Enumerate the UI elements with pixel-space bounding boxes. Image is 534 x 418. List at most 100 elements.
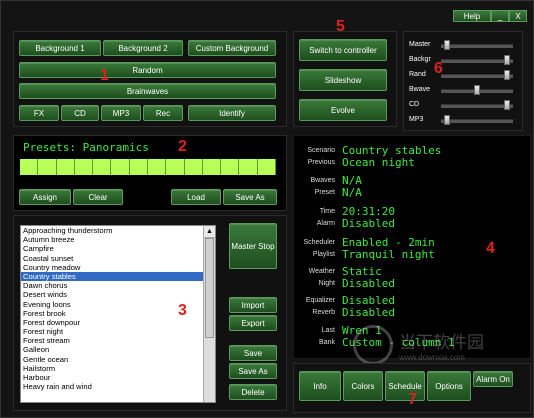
slider-track[interactable] <box>441 74 513 78</box>
list-item[interactable]: Approaching thunderstorm <box>21 226 215 235</box>
switch-to-controller-button[interactable]: Switch to controller <box>299 39 387 61</box>
slider-thumb[interactable] <box>503 100 510 110</box>
list-item[interactable]: Country stables <box>21 271 215 282</box>
list-item[interactable]: Desert winds <box>21 290 215 299</box>
import-button[interactable]: Import <box>229 297 277 313</box>
slider-thumb[interactable] <box>444 40 451 50</box>
slider-track[interactable] <box>441 104 513 108</box>
preset-value: N/A <box>342 186 362 199</box>
annotation-7: 7 <box>408 391 417 408</box>
evolve-button[interactable]: Evolve <box>299 99 387 121</box>
scroll-thumb[interactable] <box>205 238 214 338</box>
weather-label: Weather <box>308 268 335 275</box>
annotation-2: 2 <box>178 138 187 155</box>
assign-button[interactable]: Assign <box>19 189 71 205</box>
reverb-label: Reverb <box>312 309 335 316</box>
list-item[interactable]: Autumn breeze <box>21 235 215 244</box>
slider-label: Bwave <box>409 86 431 93</box>
preset-slot[interactable] <box>129 159 148 175</box>
slider-thumb[interactable] <box>444 115 451 125</box>
list-item[interactable]: Forest night <box>21 327 215 336</box>
mp3-button[interactable]: MP3 <box>101 105 141 121</box>
preset-slot[interactable] <box>221 159 240 175</box>
preset-slot[interactable] <box>166 159 185 175</box>
slider-track[interactable] <box>441 59 513 63</box>
colors-tab[interactable]: Colors <box>343 371 383 401</box>
export-button[interactable]: Export <box>229 315 277 331</box>
watermark-logo-icon <box>353 325 393 365</box>
bwaves-label: Bwaves <box>310 177 335 184</box>
list-scrollbar[interactable]: ▲ <box>203 226 215 402</box>
info-tab[interactable]: Info <box>299 371 341 401</box>
app-window: Help _ X Background 1 Background 2 Custo… <box>0 0 534 418</box>
load-button[interactable]: Load <box>171 189 221 205</box>
identify-button[interactable]: Identify <box>188 105 276 121</box>
preset-slot[interactable] <box>20 159 39 175</box>
list-item[interactable]: Harbour <box>21 373 215 382</box>
playlist-value: Tranquil night <box>342 248 435 261</box>
slider-label: Backgr <box>409 56 431 63</box>
list-item[interactable]: Dawn chorus <box>21 281 215 290</box>
list-item[interactable]: Heavy rain and wind <box>21 382 215 391</box>
options-tab[interactable]: Options <box>427 371 471 401</box>
close-button[interactable]: X <box>509 10 527 22</box>
custom-background-button[interactable]: Custom Background <box>188 40 276 56</box>
annotation-6: 6 <box>434 60 443 77</box>
clear-button[interactable]: Clear <box>73 189 123 205</box>
list-item[interactable]: Forest stream <box>21 336 215 345</box>
annotation-5: 5 <box>336 18 345 35</box>
help-button[interactable]: Help <box>453 10 491 22</box>
random-button[interactable]: Random <box>19 62 276 78</box>
list-item[interactable]: Galleon <box>21 345 215 354</box>
fx-button[interactable]: FX <box>19 105 59 121</box>
preset-slot[interactable] <box>202 159 222 175</box>
slider-label: MP3 <box>409 116 424 123</box>
slider-thumb[interactable] <box>503 70 510 80</box>
preset-slot[interactable] <box>74 159 94 175</box>
last-label: Last <box>321 327 335 334</box>
scroll-up-icon[interactable]: ▲ <box>204 226 215 238</box>
scenario-label: Scenario <box>307 147 335 154</box>
list-item[interactable]: Campfire <box>21 244 215 253</box>
list-item[interactable]: Forest downpour <box>21 318 215 327</box>
time-label: Time <box>319 208 335 215</box>
watermark-line1: 当下软件园 <box>399 333 484 352</box>
schedule-tab[interactable]: Schedule <box>385 371 425 401</box>
scheduler-label: Scheduler <box>303 239 335 246</box>
brainwaves-button[interactable]: Brainwaves <box>19 83 276 99</box>
previous-value: Ocean night <box>342 156 415 169</box>
background1-button[interactable]: Background 1 <box>19 40 101 56</box>
alarm-label: Alarm <box>316 220 335 227</box>
preset-slot[interactable] <box>184 159 203 175</box>
watermark-text: 当下软件园 www.downxia.com <box>399 328 484 362</box>
preset-slot[interactable] <box>93 159 112 175</box>
annotation-1: 1 <box>100 67 109 84</box>
slider-thumb[interactable] <box>474 85 480 95</box>
list-item[interactable]: Gentle ocean <box>21 355 215 364</box>
slider-thumb[interactable] <box>503 55 510 65</box>
preset-slot[interactable] <box>148 159 167 175</box>
preset-save-as-button[interactable]: Save As <box>223 189 277 205</box>
slideshow-button[interactable]: Slideshow <box>299 69 387 91</box>
preset-slot[interactable] <box>38 159 57 175</box>
preset-slot[interactable] <box>56 159 75 175</box>
minimize-button[interactable]: _ <box>491 10 509 22</box>
list-item[interactable]: Country meadow <box>21 263 215 272</box>
slider-track[interactable] <box>441 44 513 48</box>
background2-button[interactable]: Background 2 <box>103 40 183 56</box>
preset-label: Preset <box>314 189 335 196</box>
slider-track[interactable] <box>441 119 513 123</box>
master-stop-button[interactable]: Master Stop <box>229 223 277 269</box>
alarm-on-tab[interactable]: Alarm On <box>473 371 513 387</box>
list-item[interactable]: Coastal sunset <box>21 254 215 263</box>
list-save-button[interactable]: Save <box>229 345 277 361</box>
preset-slot[interactable] <box>239 159 258 175</box>
delete-button[interactable]: Delete <box>229 384 277 400</box>
list-save-as-button[interactable]: Save As <box>229 363 277 379</box>
rec-button[interactable]: Rec <box>143 105 183 121</box>
preset-slot[interactable] <box>111 159 130 175</box>
cd-button[interactable]: CD <box>61 105 99 121</box>
list-item[interactable]: Hailstorm <box>21 364 215 373</box>
slider-label: Rand <box>409 71 426 78</box>
annotation-4: 4 <box>486 240 495 257</box>
